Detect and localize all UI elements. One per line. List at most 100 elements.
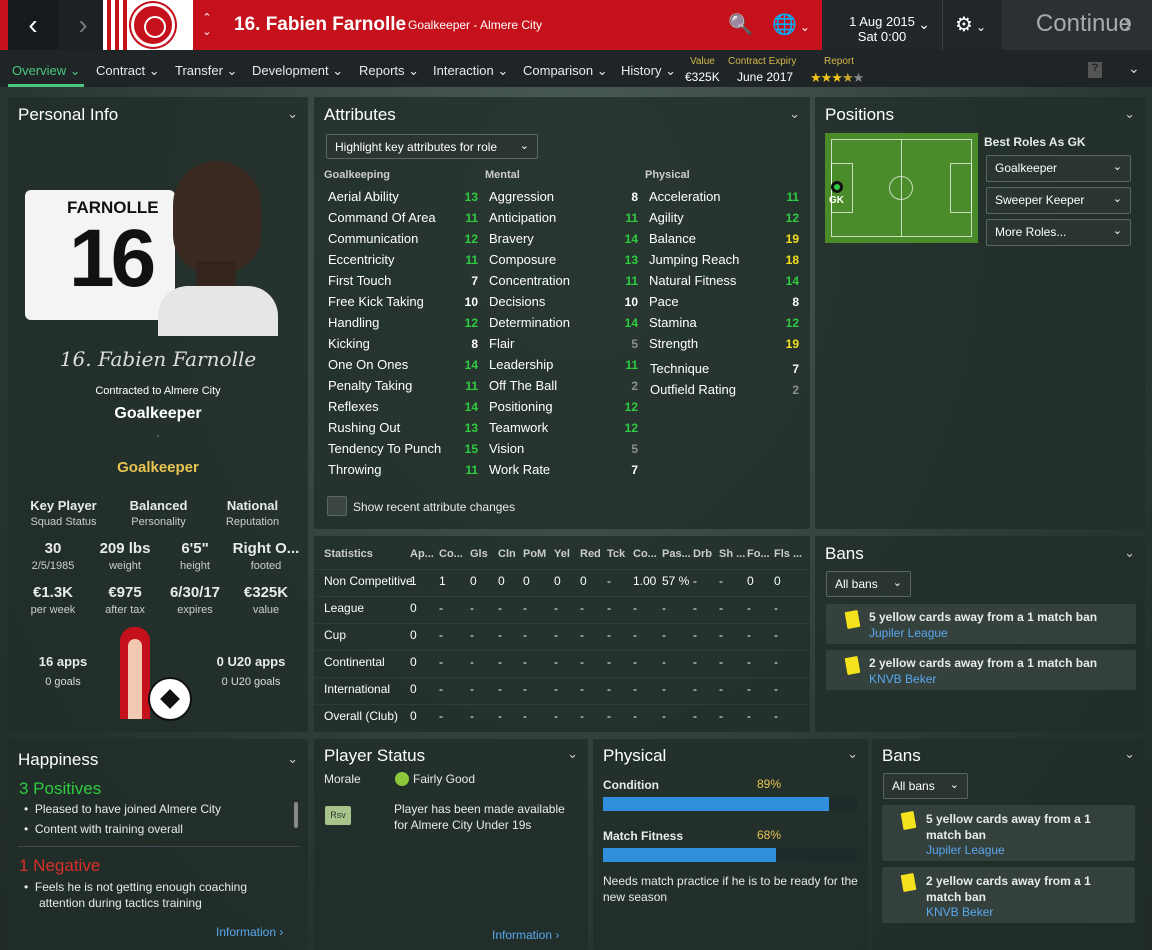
stats-column-header[interactable]: Fls ...	[774, 548, 802, 560]
attribute-name[interactable]: Determination	[489, 315, 570, 330]
stats-column-header[interactable]: Co...	[439, 548, 463, 560]
role-sweeper-keeper-dropdown[interactable]: Sweeper Keeper ⌄	[986, 187, 1131, 214]
chevron-down-icon[interactable]: ⌄	[287, 751, 298, 767]
attribute-name[interactable]: Leadership	[489, 357, 553, 372]
attribute-name[interactable]: Stamina	[649, 315, 697, 330]
attribute-name[interactable]: Aggression	[489, 189, 554, 204]
attribute-name[interactable]: Work Rate	[489, 462, 550, 477]
attribute-name[interactable]: Rushing Out	[328, 420, 400, 435]
help-icon[interactable]: ?	[1088, 62, 1102, 78]
attribute-name[interactable]: Kicking	[328, 336, 370, 351]
chevron-down-icon[interactable]: ⌄	[847, 746, 858, 762]
stats-column-header[interactable]: Red	[580, 548, 601, 560]
ban-item[interactable]: 2 yellow cards away from a 1 match ban K…	[882, 867, 1135, 923]
show-changes-checkbox[interactable]	[327, 496, 347, 516]
forward-button[interactable]: ›	[58, 0, 108, 50]
ban-item[interactable]: 5 yellow cards away from a 1 match ban J…	[826, 604, 1136, 644]
chevron-down-icon[interactable]: ⌄	[567, 746, 578, 762]
stats-column-header[interactable]: PoM	[523, 548, 546, 560]
attribute-name[interactable]: Agility	[649, 210, 684, 225]
stats-column-header[interactable]: Pas...	[662, 548, 691, 560]
attribute-name[interactable]: Natural Fitness	[649, 273, 736, 288]
highlight-role-dropdown[interactable]: Highlight key attributes for role ⌄	[326, 134, 538, 159]
back-button[interactable]: ‹	[8, 0, 58, 50]
attribute-name[interactable]: Anticipation	[489, 210, 556, 225]
menu-chevron-icon[interactable]: ⌄	[1128, 60, 1140, 77]
attribute-name[interactable]: Technique	[650, 361, 709, 376]
attribute-name[interactable]: Teamwork	[489, 420, 548, 435]
attribute-name[interactable]: Concentration	[489, 273, 570, 288]
stats-column-header[interactable]: Gls	[470, 548, 488, 560]
stats-column-header[interactable]: Sh ...	[719, 548, 745, 560]
attribute-name[interactable]: Jumping Reach	[649, 252, 739, 267]
game-date[interactable]: 1 Aug 2015 Sat 0:00 ⌄	[822, 0, 942, 50]
attribute-name[interactable]: Penalty Taking	[328, 378, 412, 393]
stats-column-header[interactable]: Yel	[554, 548, 570, 560]
tab-comparison[interactable]: Comparison ⌄	[523, 63, 608, 79]
competition-link[interactable]: KNVB Beker	[926, 905, 993, 919]
stats-column-header[interactable]: Drb	[693, 548, 712, 560]
attribute-name[interactable]: Command Of Area	[328, 210, 436, 225]
competition-link[interactable]: Jupiler League	[926, 843, 1005, 857]
ban-item[interactable]: 2 yellow cards away from a 1 match ban K…	[826, 650, 1136, 690]
attribute-name[interactable]: Free Kick Taking	[328, 294, 424, 309]
gear-icon[interactable]: ⚙ ⌄	[942, 0, 1002, 50]
bans-filter-dropdown[interactable]: All bans ⌄	[826, 571, 911, 597]
attribute-name[interactable]: Vision	[489, 441, 524, 456]
bans-filter-dropdown[interactable]: All bans ⌄	[883, 773, 968, 799]
tab-transfer[interactable]: Transfer ⌄	[175, 63, 237, 79]
attribute-name[interactable]: Eccentricity	[328, 252, 394, 267]
table-row[interactable]	[314, 623, 810, 649]
stats-column-header[interactable]: Tck	[607, 548, 625, 560]
attribute-name[interactable]: First Touch	[328, 273, 391, 288]
attribute-name[interactable]: One On Ones	[328, 357, 408, 372]
chevron-down-icon[interactable]: ⌄	[287, 106, 298, 122]
stats-column-header[interactable]: Co...	[633, 548, 657, 560]
continue-button[interactable]: Continue ›	[1002, 0, 1152, 50]
stats-column-header[interactable]: Fo...	[747, 548, 770, 560]
competition-link[interactable]: Jupiler League	[869, 626, 948, 640]
player-switcher[interactable]: ⌃ ⌄	[193, 0, 221, 50]
tab-overview[interactable]: Overview ⌄	[12, 63, 81, 79]
tab-contract[interactable]: Contract ⌄	[96, 63, 160, 79]
attribute-name[interactable]: Strength	[649, 336, 698, 351]
attribute-name[interactable]: Bravery	[489, 231, 534, 246]
binoculars-icon[interactable]: 🔍	[728, 12, 753, 37]
attribute-name[interactable]: Flair	[489, 336, 514, 351]
attribute-name[interactable]: Throwing	[328, 462, 381, 477]
competition-link[interactable]: KNVB Beker	[869, 672, 936, 686]
attribute-name[interactable]: Communication	[328, 231, 418, 246]
attribute-name[interactable]: Pace	[649, 294, 679, 309]
table-row[interactable]	[314, 650, 810, 676]
table-row[interactable]	[314, 596, 810, 622]
stats-column-header[interactable]: Statistics	[324, 548, 373, 560]
attribute-name[interactable]: Aerial Ability	[328, 189, 399, 204]
tab-history[interactable]: History ⌄	[621, 63, 676, 79]
tab-interaction[interactable]: Interaction ⌄	[433, 63, 508, 79]
scrollbar[interactable]	[294, 802, 298, 828]
stats-column-header[interactable]: Cln	[498, 548, 516, 560]
attribute-name[interactable]: Composure	[489, 252, 556, 267]
attribute-name[interactable]: Outfield Rating	[650, 382, 736, 397]
stats-column-header[interactable]: Ap...	[410, 548, 434, 560]
information-link[interactable]: Information ›	[492, 928, 559, 942]
attribute-name[interactable]: Tendency To Punch	[328, 441, 441, 456]
attribute-name[interactable]: Handling	[328, 315, 379, 330]
chevron-down-icon[interactable]: ⌄	[1124, 106, 1135, 122]
attribute-name[interactable]: Acceleration	[649, 189, 721, 204]
tab-development[interactable]: Development ⌄	[252, 63, 343, 79]
attribute-name[interactable]: Decisions	[489, 294, 545, 309]
more-roles-dropdown[interactable]: More Roles... ⌄	[986, 219, 1131, 246]
chevron-down-icon[interactable]: ⌄	[1124, 746, 1135, 762]
tab-reports[interactable]: Reports ⌄	[359, 63, 419, 79]
report-stars[interactable]: ★★★★★	[810, 70, 864, 86]
chevron-down-icon[interactable]: ⌄	[789, 106, 800, 122]
attribute-name[interactable]: Balance	[649, 231, 696, 246]
role-goalkeeper-dropdown[interactable]: Goalkeeper ⌄	[986, 155, 1131, 182]
globe-icon[interactable]: 🌐 ⌄	[772, 12, 810, 37]
ban-item[interactable]: 5 yellow cards away from a 1 match ban J…	[882, 805, 1135, 861]
attribute-name[interactable]: Reflexes	[328, 399, 379, 414]
information-link[interactable]: Information ›	[216, 925, 283, 939]
attribute-name[interactable]: Positioning	[489, 399, 553, 414]
attribute-name[interactable]: Off The Ball	[489, 378, 557, 393]
